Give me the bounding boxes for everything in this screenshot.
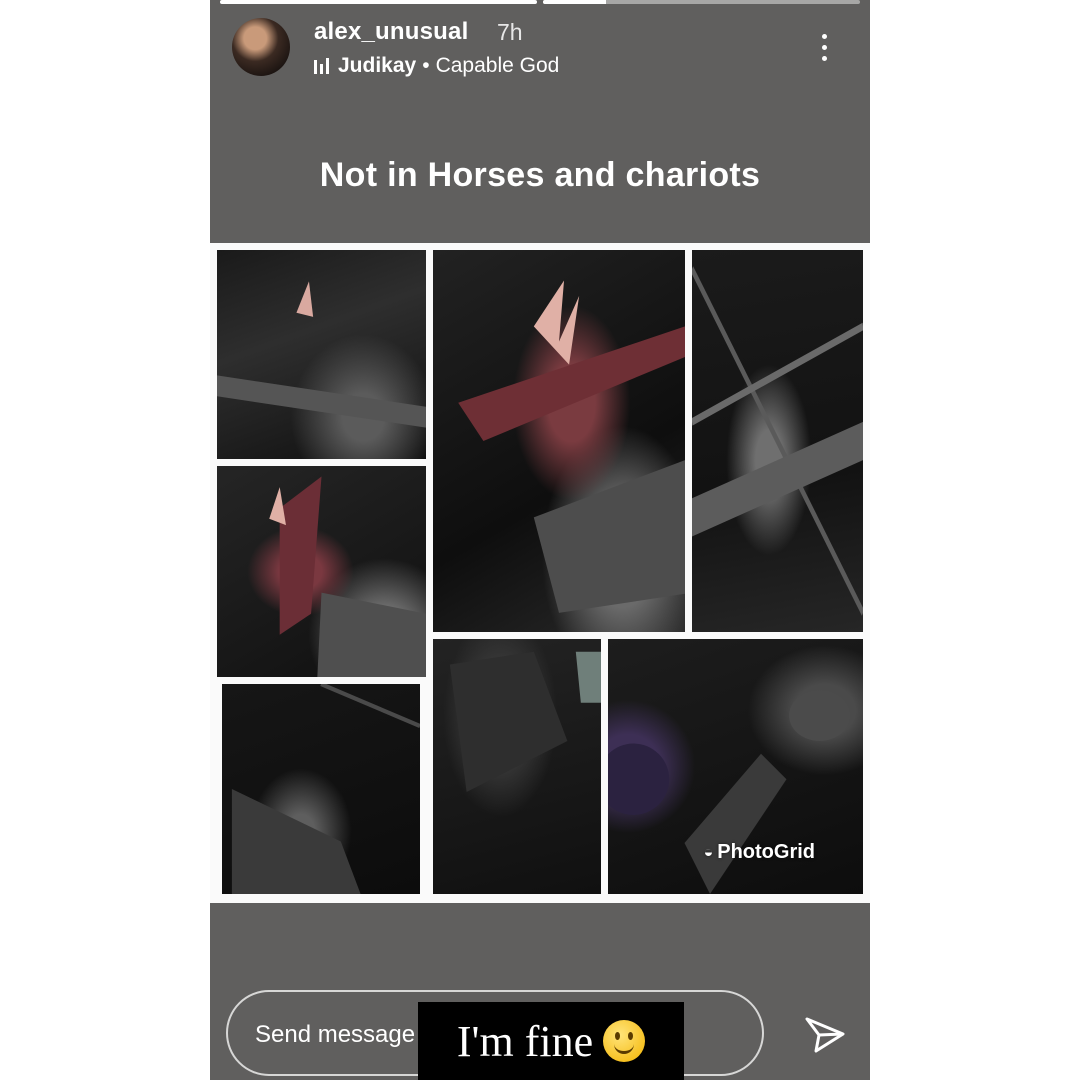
collage-photo <box>433 639 601 894</box>
send-message-placeholder: Send message <box>255 1021 416 1048</box>
smiley-emoji-icon <box>603 1020 646 1062</box>
collage-photo: ◒ PhotoGrid <box>608 639 863 894</box>
text-sticker: I'm fine <box>418 1002 684 1080</box>
username[interactable]: alex_unusual <box>314 18 468 46</box>
music-artist: Judikay <box>338 54 417 77</box>
collage-photo <box>222 684 420 894</box>
photo-collage: ◒ PhotoGrid <box>210 243 870 903</box>
sticker-text: I'm fine <box>456 1016 594 1066</box>
photogrid-watermark: ◒ PhotoGrid <box>704 841 815 864</box>
collage-photo <box>217 466 426 677</box>
collage-photo <box>692 250 863 632</box>
story-header: alex_unusual 7h Judikay • Capable God <box>232 18 840 80</box>
music-sticker[interactable]: Judikay • Capable God <box>314 54 559 78</box>
send-icon[interactable] <box>804 1016 846 1054</box>
collage-photo <box>433 250 685 632</box>
story-progress <box>220 0 860 4</box>
photogrid-logo-icon: ◒ <box>703 843 714 861</box>
collage-photo <box>217 250 426 459</box>
music-song: Capable God <box>435 54 560 77</box>
time-ago: 7h <box>497 19 523 45</box>
watermark-text: PhotoGrid <box>717 841 815 863</box>
more-options-icon[interactable] <box>822 34 830 61</box>
progress-segment <box>220 0 537 4</box>
music-bars-icon <box>314 58 329 74</box>
music-separator: • <box>422 54 430 77</box>
progress-segment <box>543 0 860 4</box>
story-caption: Not in Horses and chariots <box>319 156 761 194</box>
avatar[interactable] <box>232 18 290 76</box>
story-viewer[interactable]: alex_unusual 7h Judikay • Capable God No… <box>210 0 870 1080</box>
